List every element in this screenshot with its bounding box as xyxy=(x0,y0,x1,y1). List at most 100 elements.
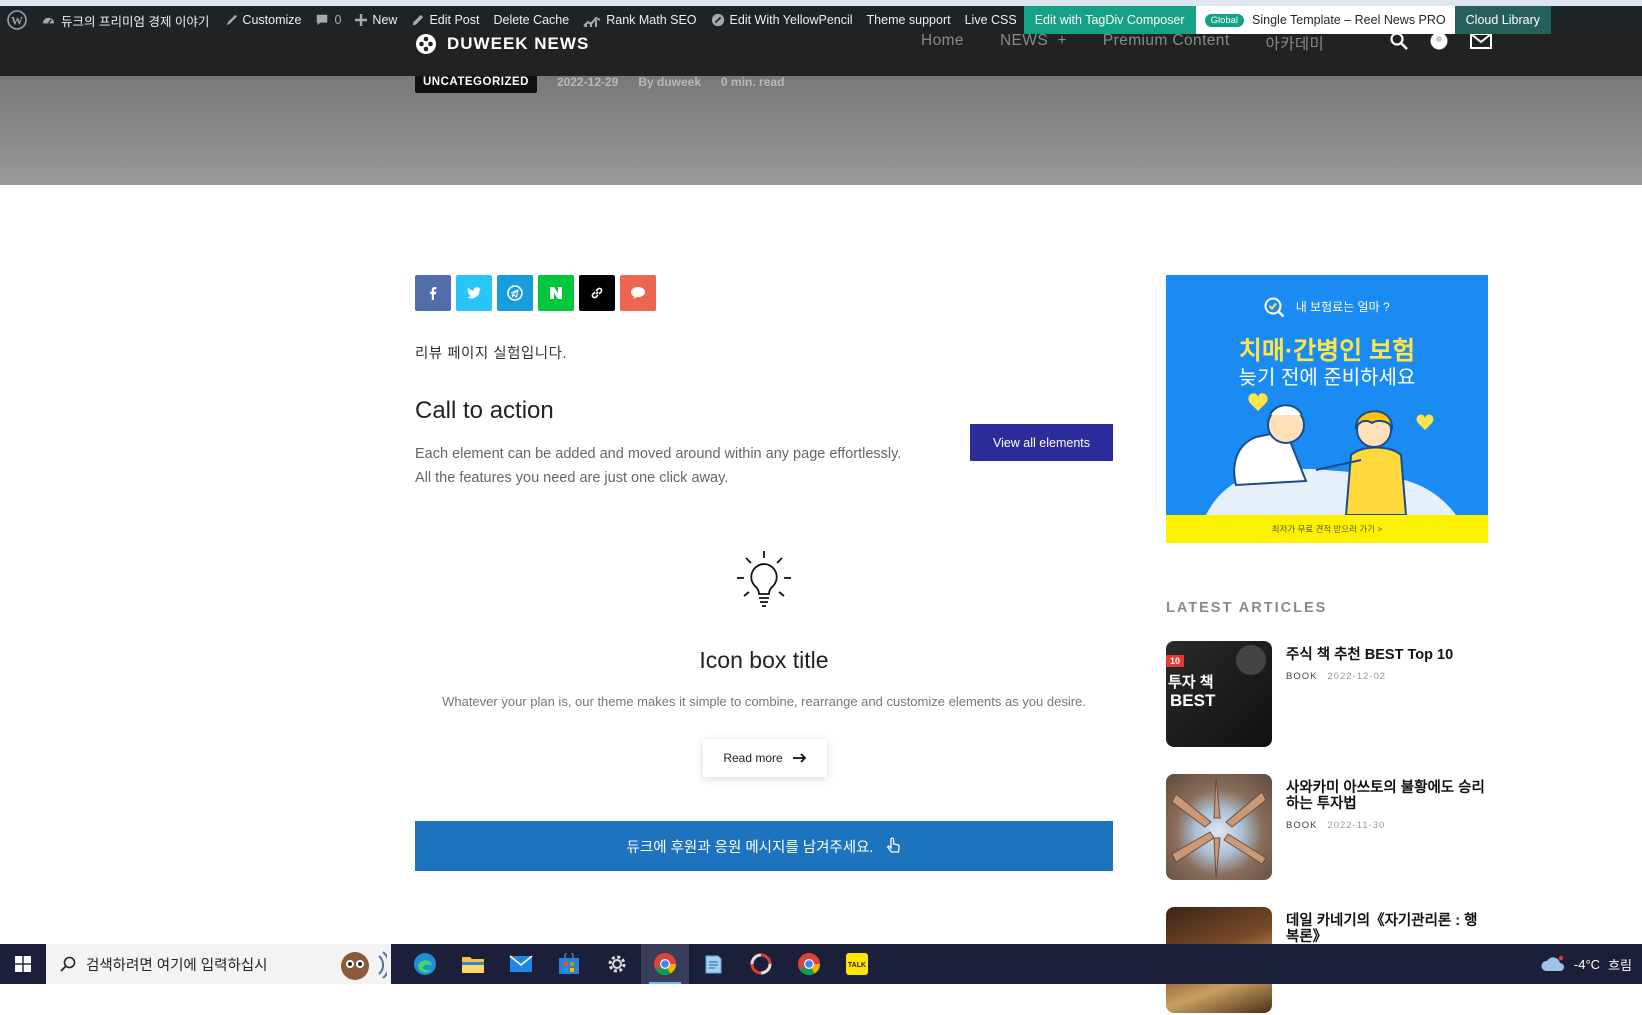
article-thumbnail[interactable]: 10 투자 책 BEST xyxy=(1166,641,1272,747)
svg-text:TALK: TALK xyxy=(848,962,866,969)
article-title[interactable]: 데일 카네기의《자기관리론 : 행복론》 xyxy=(1286,913,1488,945)
admin-cloud-library[interactable]: Cloud Library xyxy=(1454,6,1551,34)
article-item[interactable]: 10 투자 책 BEST 주식 책 추천 BEST Top 10 BOOK 20… xyxy=(1166,641,1488,749)
thumb-decoration xyxy=(1236,645,1266,675)
article-date: 2022-12-02 xyxy=(1327,671,1387,682)
admin-delete-cache[interactable]: Delete Cache xyxy=(486,6,576,34)
chrome-icon xyxy=(798,953,820,975)
taskbar-capture-app[interactable] xyxy=(737,944,785,984)
search-icon[interactable] xyxy=(1390,32,1408,50)
article-title[interactable]: 사와카미 아쓰토의 불황에도 승리하는 투자법 xyxy=(1286,780,1488,812)
dashboard-icon xyxy=(42,17,55,24)
post-date: 2022-12-29 xyxy=(556,75,619,89)
chrome-icon xyxy=(654,953,676,975)
view-all-elements-button[interactable]: View all elements xyxy=(970,424,1113,461)
main-nav: Home NEWS + Premium Content 아카데미 xyxy=(921,32,1324,54)
ad-tagline: 내 보험료는 얼마 ? xyxy=(1166,297,1488,319)
yellowpencil-icon xyxy=(711,13,724,27)
film-reel-icon xyxy=(416,34,436,54)
taskbar-edge[interactable] xyxy=(401,944,449,984)
support-label: 듀크에 후원과 응원 메시지를 남겨주세요. xyxy=(626,839,874,856)
support-message-button[interactable]: 듀크에 후원과 응원 메시지를 남겨주세요. xyxy=(415,821,1113,871)
admin-rank-math[interactable]: Rank Math SEO xyxy=(576,6,703,34)
wordpress-logo-icon[interactable]: W xyxy=(0,6,34,34)
admin-tagdiv-composer[interactable]: Edit with TagDiv Composer xyxy=(1023,6,1196,34)
plus-icon xyxy=(355,14,368,26)
share-kakao-button[interactable] xyxy=(620,275,656,311)
taskbar-store[interactable] xyxy=(545,944,593,984)
article-item[interactable]: 사와카미 아쓰토의 불황에도 승리하는 투자법 BOOK 2022-11-30 xyxy=(1166,774,1488,882)
kakaotalk-icon: TALK xyxy=(846,953,868,975)
taskbar-file-explorer[interactable] xyxy=(449,944,497,984)
ad-cta-bar[interactable]: 최저가 무료 견적 받으러 가기 > xyxy=(1166,515,1488,543)
article-category[interactable]: BOOK xyxy=(1286,820,1317,831)
share-naver-button[interactable] xyxy=(538,275,574,311)
ad-illustration xyxy=(1206,393,1456,515)
notepad-icon xyxy=(705,955,722,974)
windows-taskbar: 검색하려면 여기에 입력하십시 TALK -4°C 흐림 xyxy=(0,944,1642,984)
admin-live-css[interactable]: Live CSS xyxy=(958,6,1024,34)
taskbar-settings[interactable] xyxy=(593,944,641,984)
admin-edit-post[interactable]: Edit Post xyxy=(404,6,486,34)
share-copy-link-button[interactable] xyxy=(579,275,615,311)
share-telegram-button[interactable] xyxy=(497,275,533,311)
nav-home[interactable]: Home xyxy=(921,32,964,54)
arrow-right-icon xyxy=(792,753,806,763)
taskbar-search-box[interactable]: 검색하려면 여기에 입력하십시 xyxy=(46,944,391,984)
read-more-button[interactable]: Read more xyxy=(703,739,827,777)
user-icon[interactable] xyxy=(1430,32,1448,50)
admin-theme-support[interactable]: Theme support xyxy=(860,6,958,34)
rank-math-label: Rank Math SEO xyxy=(606,13,697,27)
nav-premium-content[interactable]: Premium Content xyxy=(1103,32,1230,54)
chat-bubble-icon xyxy=(631,287,645,299)
post-author[interactable]: By duweek xyxy=(638,75,701,89)
brush-icon xyxy=(226,14,238,26)
taskbar-chrome[interactable] xyxy=(785,944,833,984)
logo-text: DUWEEK NEWS xyxy=(447,34,590,53)
site-logo[interactable]: DUWEEK NEWS xyxy=(414,32,589,56)
article-title[interactable]: 주식 책 추천 BEST Top 10 xyxy=(1286,647,1488,663)
article-meta: BOOK 2022-12-02 xyxy=(1286,671,1386,682)
taskbar-notepad[interactable] xyxy=(689,944,737,984)
system-tray: -4°C 흐림 xyxy=(1540,944,1632,984)
mail-icon[interactable] xyxy=(1470,33,1492,49)
edge-icon xyxy=(414,953,436,975)
edit-post-label: Edit Post xyxy=(429,13,480,27)
telegram-icon xyxy=(507,285,523,301)
taskbar-chrome-active[interactable] xyxy=(641,944,689,984)
article-thumbnail[interactable] xyxy=(1166,774,1272,880)
taskbar-mail[interactable] xyxy=(497,944,545,984)
gear-icon xyxy=(608,955,626,973)
live-css-label: Live CSS xyxy=(964,13,1017,27)
comment-icon xyxy=(317,14,328,26)
admin-yellowpencil[interactable]: Edit With YellowPencil xyxy=(704,6,860,34)
sidebar-advertisement[interactable]: 내 보험료는 얼마 ? 치매·간병인 보험 늦기 전에 준비하세요 최저가 무료… xyxy=(1166,275,1488,543)
weather-temperature[interactable]: -4°C xyxy=(1574,957,1600,972)
article-category[interactable]: BOOK xyxy=(1286,671,1317,682)
nav-news[interactable]: NEWS + xyxy=(1000,32,1067,54)
intro-text: 리뷰 페이지 실험입니다. xyxy=(415,346,567,362)
taskbar-kakaotalk[interactable]: TALK xyxy=(833,944,881,984)
start-button[interactable] xyxy=(0,944,46,984)
windows-logo-icon xyxy=(15,956,31,972)
share-twitter-button[interactable] xyxy=(456,275,492,311)
header-actions xyxy=(1390,32,1492,50)
magnifier-check-icon xyxy=(1264,297,1285,318)
site-header: DUWEEK NEWS Home NEWS + Premium Content … xyxy=(0,32,1642,76)
weather-description[interactable]: 흐림 xyxy=(1608,955,1632,974)
twitter-icon xyxy=(467,287,481,299)
admin-site-name[interactable]: 듀크의 프리미엄 경제 이야기 xyxy=(34,6,216,34)
taskbar-pinned-apps: TALK xyxy=(401,944,881,984)
icon-box-description: Whatever your plan is, our theme makes i… xyxy=(442,694,1086,709)
admin-comments[interactable]: 0 xyxy=(308,6,348,34)
nav-academy[interactable]: 아카데미 xyxy=(1266,32,1325,54)
share-buttons xyxy=(415,275,656,311)
admin-template-selector[interactable]: Global Single Template – Reel News PRO xyxy=(1195,6,1455,34)
share-facebook-button[interactable] xyxy=(415,275,451,311)
admin-customize[interactable]: Customize xyxy=(216,6,308,34)
cta-description-line-1: Each element can be added and moved arou… xyxy=(415,446,902,462)
cta-description-line-2: All the features you need are just one c… xyxy=(415,470,729,486)
admin-new[interactable]: New xyxy=(348,6,404,34)
thumb-text-1: 투자 책 xyxy=(1168,674,1214,691)
template-label: Single Template – Reel News PRO xyxy=(1252,13,1446,27)
